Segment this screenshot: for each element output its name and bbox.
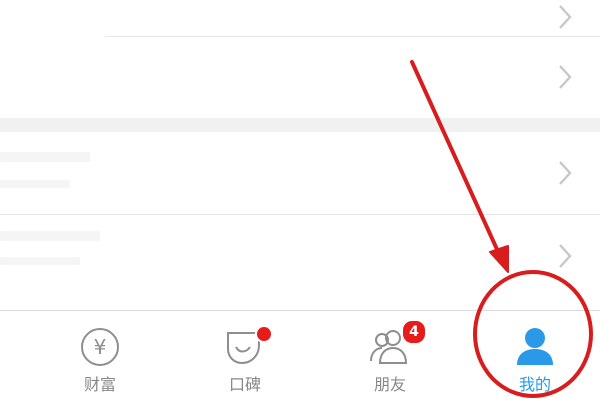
tab-label: 财富 <box>83 375 116 394</box>
blurred-content <box>0 231 100 241</box>
yuan-symbol: ¥ <box>94 335 107 359</box>
section-gap <box>0 118 600 132</box>
tab-label: 我的 <box>518 375 551 394</box>
list-item[interactable] <box>0 37 600 117</box>
blurred-content <box>0 257 80 265</box>
tab-wealth[interactable]: ¥ 财富 <box>25 311 175 401</box>
tab-label: 朋友 <box>373 375 406 394</box>
tab-koubei[interactable]: 口碑 <box>170 311 320 401</box>
blurred-content <box>0 152 90 162</box>
list-item[interactable] <box>0 132 600 214</box>
tab-label: 口碑 <box>228 375 261 394</box>
person-icon <box>517 328 553 365</box>
chevron-right-icon <box>559 65 572 89</box>
chevron-right-icon <box>559 244 572 268</box>
list-item[interactable] <box>0 0 600 36</box>
yuan-coin-icon: ¥ <box>81 328 119 366</box>
tab-friends[interactable]: 4 朋友 <box>315 311 465 401</box>
settings-list <box>0 0 600 310</box>
chevron-right-icon <box>559 161 572 185</box>
blurred-content <box>0 180 70 188</box>
list-item[interactable] <box>0 215 600 297</box>
chevron-right-icon <box>559 5 572 29</box>
tab-mine[interactable]: 我的 <box>460 311 600 401</box>
notification-dot <box>255 325 273 343</box>
notification-count-badge: 4 <box>401 319 427 345</box>
bottom-tab-bar: ¥ 财富 口碑 4 朋友 我的 <box>0 310 600 401</box>
